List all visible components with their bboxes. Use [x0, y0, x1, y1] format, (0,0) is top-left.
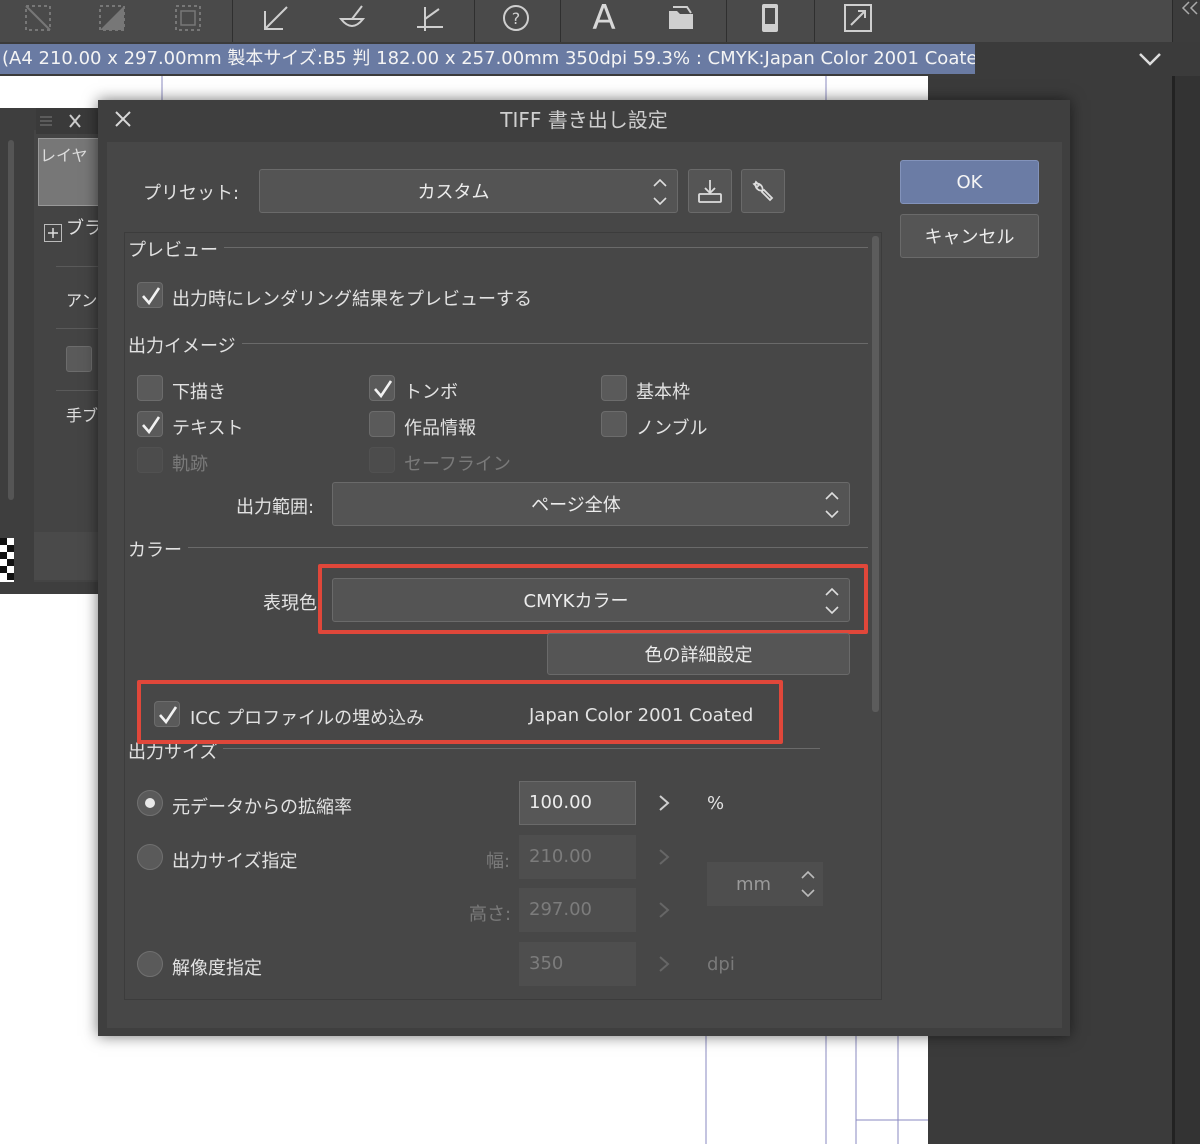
sketch-checkbox[interactable] [137, 375, 163, 401]
expression-color-label: 表現色 [263, 593, 317, 614]
scale-label: 元データからの拡縮率 [172, 797, 352, 818]
text-label: テキスト [172, 418, 244, 439]
help-icon[interactable]: ? [496, 0, 536, 36]
layer-tab-label[interactable]: レイヤ [40, 142, 88, 166]
select-none-icon[interactable] [18, 0, 58, 36]
layer-panel-scrollbar[interactable] [8, 140, 14, 500]
transform-icon[interactable] [256, 0, 296, 36]
output-range-value: ページ全体 [531, 495, 621, 516]
highlight-box-color-mode [318, 564, 868, 634]
trim-marks-checkbox[interactable] [369, 375, 395, 401]
work-info-checkbox[interactable] [369, 411, 395, 437]
text-tool-icon[interactable]: A [584, 0, 624, 38]
width-input: 210.00 [519, 835, 636, 879]
cancel-button[interactable]: キャンセル [900, 214, 1039, 258]
sketch-label: 下描き [172, 382, 226, 403]
color-detail-settings-button[interactable]: 色の詳細設定 [547, 633, 850, 675]
brush-label: ブラ [66, 218, 102, 239]
safe-line-label: セーフライン [404, 454, 511, 475]
svg-text:?: ? [512, 9, 521, 28]
height-label: 高さ: [469, 904, 512, 925]
layer-panel-header [36, 108, 102, 134]
base-frame-checkbox[interactable] [601, 375, 627, 401]
expand-plus-icon[interactable] [44, 224, 62, 242]
wrench-icon [752, 180, 774, 202]
page-number-label: ノンブル [636, 418, 708, 439]
trajectory-checkbox [137, 447, 163, 473]
stabilization-label: 手ブ [66, 406, 99, 425]
scale-unit: % [707, 793, 725, 814]
panel-footer [34, 532, 102, 580]
scale-radio[interactable] [137, 790, 163, 816]
page-number-checkbox[interactable] [601, 411, 627, 437]
text-checkbox[interactable] [137, 411, 163, 437]
chevron-right-icon [659, 849, 670, 865]
fill-icon[interactable] [332, 0, 372, 36]
section-divider [128, 247, 868, 248]
preset-value: カスタム [417, 182, 490, 203]
smartphone-icon[interactable] [750, 0, 790, 36]
open-folder-icon[interactable] [662, 0, 702, 36]
resolution-input: 350 [519, 942, 636, 986]
workspace-divider [1172, 76, 1175, 1144]
ok-button[interactable]: OK [900, 160, 1039, 204]
dialog-title: TIFF 書き出し設定 [500, 108, 668, 132]
settings-scrollbar[interactable] [872, 236, 879, 712]
checkmark-icon [374, 380, 393, 399]
save-preset-icon [698, 180, 722, 203]
section-divider [128, 748, 820, 749]
size-unit-value: mm [736, 874, 772, 895]
width-label: 幅: [486, 851, 511, 872]
ruler-icon[interactable] [410, 0, 450, 36]
resolution-radio[interactable] [137, 951, 163, 977]
side-panel-background [1174, 76, 1200, 1144]
height-input: 297.00 [519, 888, 636, 932]
render-preview-checkbox[interactable] [137, 282, 163, 308]
close-icon[interactable] [112, 108, 134, 130]
preset-settings-button[interactable] [741, 169, 785, 213]
chevron-right-icon [659, 956, 670, 972]
preset-select[interactable]: カスタム [259, 169, 678, 213]
color-section-title: カラー [128, 536, 188, 562]
canvas-info-text: (A4 210.00 x 297.00mm 製本サイズ:B5 判 182.00 … [0, 44, 975, 74]
scale-input[interactable]: 100.00 [519, 781, 636, 825]
chevron-down-icon[interactable] [1136, 46, 1164, 72]
output-image-section-title: 出力イメージ [128, 332, 242, 358]
safe-line-checkbox [369, 447, 395, 473]
resolution-unit: dpi [707, 954, 735, 975]
expand-icon[interactable] [838, 0, 878, 36]
chevron-right-icon[interactable] [656, 793, 672, 813]
output-range-label: 出力範囲: [236, 497, 315, 518]
work-info-label: 作品情報 [404, 418, 476, 439]
panel-collapse-strip[interactable] [1172, 0, 1200, 42]
up-down-icon [825, 491, 839, 519]
chevron-right-icon [659, 902, 670, 918]
select-invert-icon[interactable] [92, 0, 132, 36]
top-toolbar: ? A [0, 0, 1172, 42]
divider [56, 266, 100, 267]
panel-checkbox[interactable] [66, 346, 92, 372]
trim-marks-label: トンボ [404, 382, 458, 403]
size-unit-select: mm [707, 862, 823, 906]
render-preview-label: 出力時にレンダリング結果をプレビューする [172, 289, 532, 310]
highlight-box-icc [137, 680, 783, 744]
up-down-icon [653, 178, 667, 206]
resolution-label: 解像度指定 [172, 958, 262, 979]
save-preset-button[interactable] [688, 169, 732, 213]
divider [56, 328, 100, 329]
output-size-radio[interactable] [137, 844, 163, 870]
trajectory-label: 軌跡 [172, 454, 208, 475]
checkmark-icon [142, 416, 161, 435]
base-frame-label: 基本枠 [636, 382, 690, 403]
output-range-select[interactable]: ページ全体 [332, 482, 850, 526]
select-frame-icon[interactable] [168, 0, 208, 36]
divider [56, 390, 100, 391]
transparency-checker-icon [0, 538, 14, 582]
output-size-label: 出力サイズ指定 [172, 851, 298, 872]
section-divider [128, 547, 868, 548]
preview-section-title: プレビュー [128, 236, 224, 262]
up-down-icon [801, 870, 815, 898]
checkmark-icon [142, 287, 161, 306]
preset-label: プリセット: [143, 183, 240, 204]
